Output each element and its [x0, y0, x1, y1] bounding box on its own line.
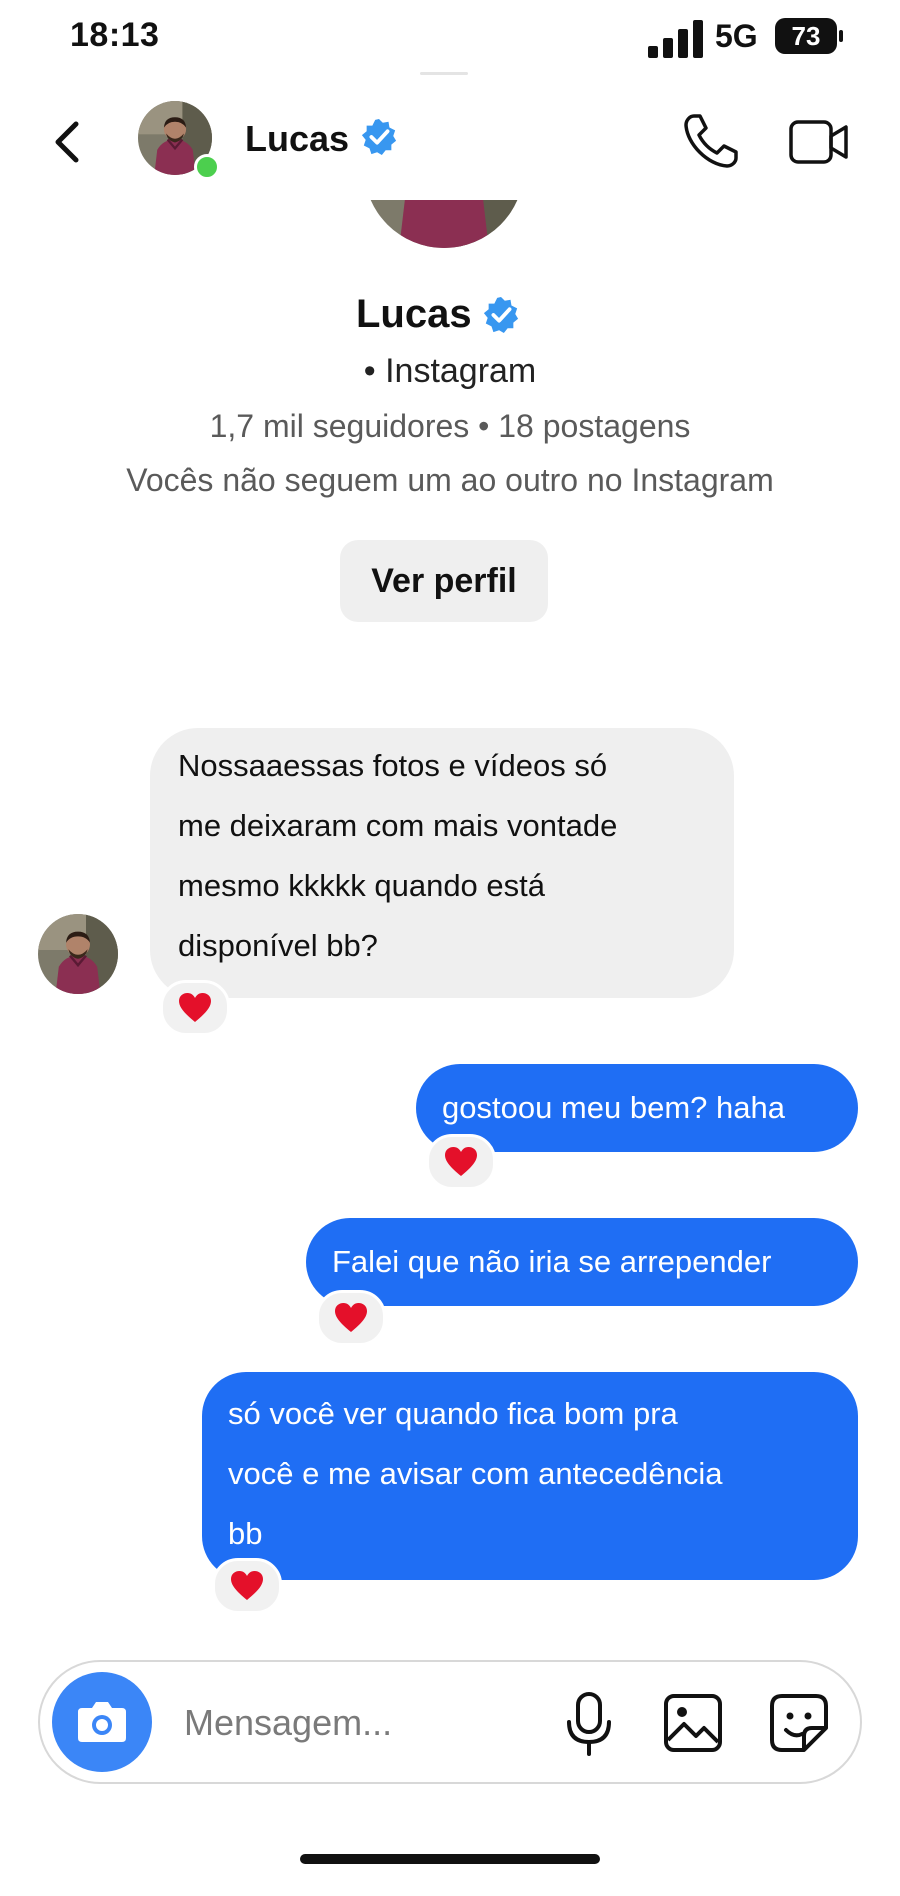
- follow-status: Vocês não seguem um ao outro no Instagra…: [126, 462, 774, 498]
- heart-reaction[interactable]: [316, 1290, 386, 1346]
- battery-icon: 73: [775, 18, 837, 54]
- heart-icon: [334, 1302, 368, 1334]
- verified-badge-icon: [360, 118, 398, 156]
- microphone-button[interactable]: [562, 1690, 616, 1758]
- sender-avatar[interactable]: [38, 914, 118, 994]
- avatar-image: [38, 914, 118, 994]
- message-line: gostoou meu bem? haha: [442, 1090, 785, 1125]
- video-call-button[interactable]: [788, 116, 850, 168]
- message-line: só você ver quando fica bom pra: [228, 1396, 678, 1431]
- profile-stats: 1,7 mil seguidores • 18 postagens: [209, 408, 691, 444]
- message-line: mesmo kkkkk quando está: [178, 868, 546, 903]
- message-line: Falei que não iria se arrepender: [332, 1244, 772, 1279]
- sheet-handle: [420, 72, 468, 75]
- message-bubble-sent[interactable]: só você ver quando fica bom pra você e m…: [202, 1372, 858, 1580]
- avatar-image: [364, 200, 524, 248]
- profile-avatar[interactable]: [364, 200, 524, 248]
- message-line: me deixaram com mais vontade: [178, 808, 618, 843]
- home-indicator: [300, 1854, 600, 1864]
- message-line: bb: [228, 1516, 263, 1551]
- message-line: você e me avisar com antecedência: [228, 1456, 723, 1491]
- header-contact-name[interactable]: Lucas: [245, 118, 349, 160]
- status-time: 18:13: [70, 16, 160, 54]
- camera-button[interactable]: [52, 1672, 152, 1772]
- heart-reaction[interactable]: [426, 1134, 496, 1190]
- signal-icon: [648, 20, 703, 58]
- heart-icon: [230, 1570, 264, 1602]
- profile-platform: • Instagram: [363, 352, 537, 390]
- message-line: disponível bb?: [178, 928, 378, 963]
- sticker-button[interactable]: [768, 1692, 830, 1754]
- network-type: 5G: [715, 18, 758, 54]
- heart-icon: [444, 1146, 478, 1178]
- camera-icon: [78, 1702, 126, 1742]
- view-profile-button[interactable]: Ver perfil: [340, 540, 548, 622]
- message-bubble-received[interactable]: Nossaaessas fotos e vídeos só me deixara…: [150, 728, 734, 998]
- verified-badge-icon: [482, 296, 520, 334]
- battery-tip: [839, 30, 843, 42]
- message-bubble-sent[interactable]: Falei que não iria se arrepender: [306, 1218, 858, 1306]
- gallery-button[interactable]: [662, 1692, 724, 1754]
- phone-call-button[interactable]: [680, 110, 742, 172]
- back-button[interactable]: [42, 112, 92, 172]
- message-input[interactable]: [182, 1690, 546, 1756]
- heart-reaction[interactable]: [212, 1558, 282, 1614]
- online-indicator: [194, 154, 220, 180]
- profile-name: Lucas: [356, 292, 472, 336]
- heart-reaction[interactable]: [160, 980, 230, 1036]
- heart-icon: [178, 992, 212, 1024]
- message-line: Nossaaessas fotos e vídeos só: [178, 748, 608, 783]
